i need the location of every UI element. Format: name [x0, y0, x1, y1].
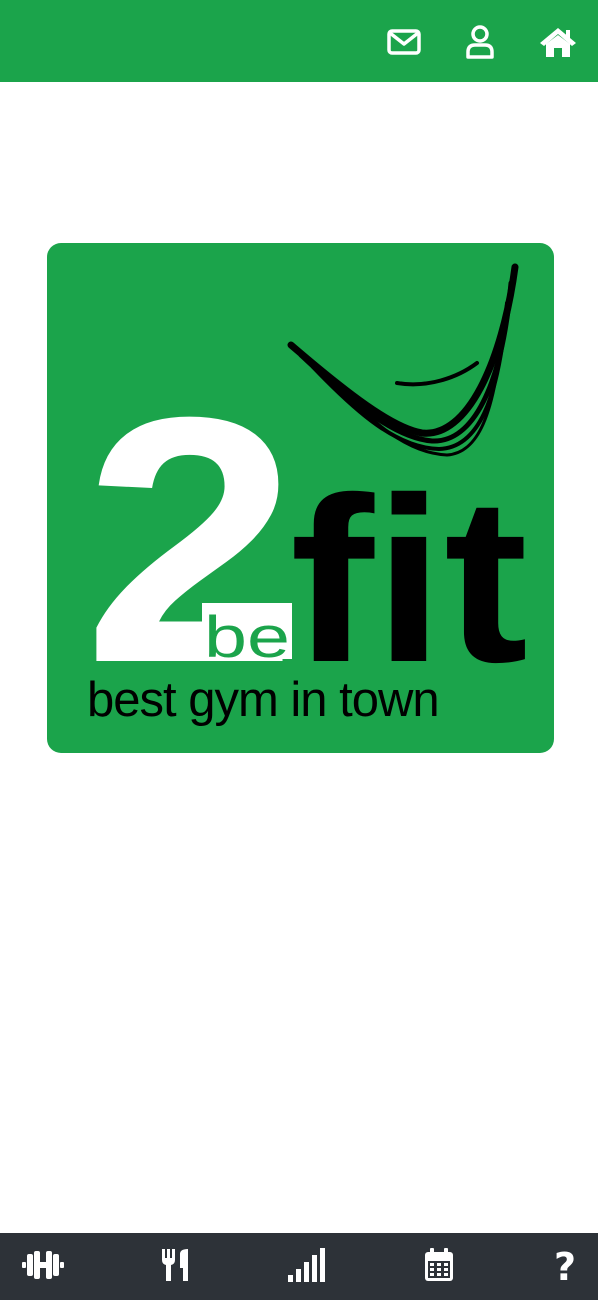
home-button[interactable]: [538, 22, 578, 62]
logo-big-word: fit: [290, 448, 528, 711]
calendar-icon: [424, 1247, 454, 1287]
question-icon: ?: [553, 1245, 577, 1289]
bottom-nav: ?: [0, 1233, 598, 1300]
top-bar: [0, 0, 598, 82]
user-icon: [465, 25, 495, 59]
home-icon: [539, 26, 577, 58]
nav-progress-button[interactable]: [286, 1247, 328, 1287]
logo-small-word: be: [204, 605, 290, 670]
profile-button[interactable]: [460, 22, 500, 62]
nav-schedule-button[interactable]: [418, 1247, 460, 1287]
app-screen: 2 be fit best gym in town ?: [0, 0, 598, 1300]
brand-logo: 2 be fit best gym in town: [47, 243, 554, 753]
signal-bars-icon: [287, 1247, 327, 1287]
nav-nutrition-button[interactable]: [154, 1247, 196, 1287]
nav-help-button[interactable]: ?: [544, 1247, 586, 1287]
messages-button[interactable]: [384, 22, 424, 62]
logo-tagline: best gym in town: [87, 673, 440, 727]
fork-knife-icon: [160, 1248, 190, 1287]
nav-workout-button[interactable]: [22, 1247, 64, 1287]
envelope-icon: [387, 29, 421, 55]
dumbbell-icon: [22, 1250, 64, 1285]
